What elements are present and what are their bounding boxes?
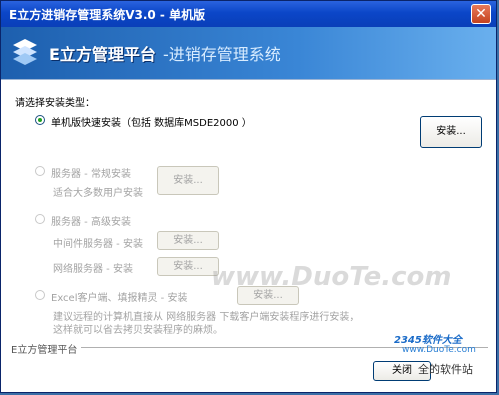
- footer-brand: E立方管理平台: [11, 345, 78, 356]
- install-type-prompt: 请选择安装类型：: [15, 98, 95, 109]
- middleware-install-button[interactable]: 安装...: [157, 231, 219, 250]
- server-normal-button[interactable]: 安装...: [157, 166, 219, 195]
- title-bar[interactable]: E立方进销存管理系统V3.0 - 单机版 ✕: [1, 1, 496, 27]
- badge-tagline: 全的软件站: [418, 363, 473, 376]
- radio-single-install[interactable]: [35, 115, 45, 125]
- banner-subtitle: -进销存管理系统: [163, 45, 281, 64]
- stacked-layers-icon: [13, 39, 37, 65]
- badge-site: www.DuoTe.com: [402, 345, 476, 355]
- server-normal-label: 服务器 - 常规安装: [51, 169, 131, 180]
- installer-window: E立方进销存管理系统V3.0 - 单机版 ✕ E立方管理平台 -进销存管理系统 …: [0, 0, 497, 393]
- single-install-button[interactable]: 安装...: [420, 116, 482, 148]
- window-close-button[interactable]: ✕: [471, 4, 491, 24]
- watermark: www.DuoTe.com: [211, 262, 452, 292]
- server-normal-desc: 适合大多数用户安装: [53, 188, 143, 199]
- banner-brand: E立方管理平台: [49, 45, 156, 64]
- app-banner: E立方管理平台 -进销存管理系统: [1, 27, 496, 79]
- middleware-server-label: 中间件服务器 - 安装: [53, 239, 143, 250]
- radio-excel-client[interactable]: [35, 290, 45, 300]
- network-install-button[interactable]: 安装...: [157, 257, 219, 276]
- excel-client-label: Excel客户端、填报精灵 - 安装: [51, 293, 188, 304]
- excel-desc-line2: 这样就可以省去拷贝安装程序的麻烦。: [53, 325, 223, 336]
- badge-brand: 2345软件大全: [394, 335, 462, 346]
- watermark-badge: 2345软件大全 www.DuoTe.com 全的软件站: [374, 331, 492, 377]
- radio-server-normal[interactable]: [35, 166, 45, 176]
- server-advanced-label: 服务器 - 高级安装: [51, 217, 131, 228]
- single-install-label: 单机版快速安装（包括 数据库MSDE2000 ）: [51, 118, 252, 129]
- network-server-label: 网络服务器 - 安装: [53, 264, 133, 275]
- window-title: E立方进销存管理系统V3.0 - 单机版: [9, 8, 206, 22]
- radio-server-advanced[interactable]: [35, 214, 45, 224]
